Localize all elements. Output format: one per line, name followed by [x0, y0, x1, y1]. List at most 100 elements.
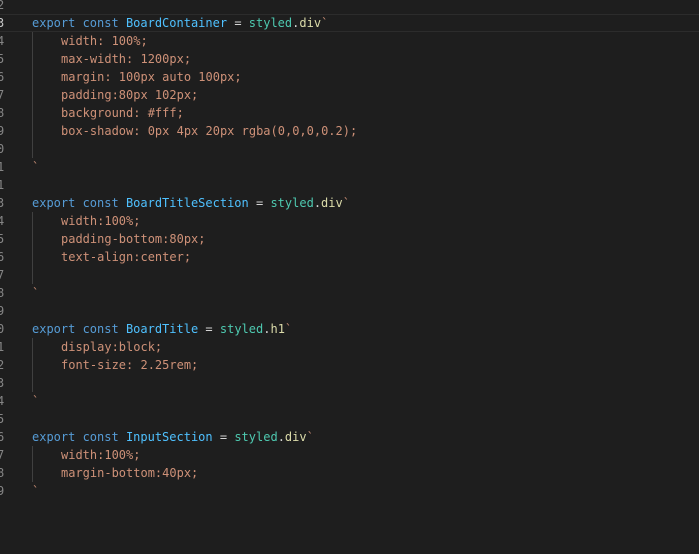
- tag-token: h1: [270, 322, 285, 336]
- indent-guide: [32, 32, 33, 50]
- indent-guide: [32, 122, 33, 140]
- code-text: export const InputSection = styled.div`: [32, 428, 314, 446]
- line-number: 9: [0, 124, 5, 138]
- code-line[interactable]: 6 text-align:center;: [0, 248, 699, 266]
- line-number: 3: [0, 196, 5, 210]
- indent-guide: [32, 446, 33, 464]
- css-declaration: margin: 100px auto 100px;: [61, 70, 242, 84]
- css-declaration: background: #fff;: [61, 106, 184, 120]
- styled-object-token: styled: [219, 322, 264, 336]
- code-line[interactable]: 4 `: [0, 392, 699, 410]
- indent-guide: [32, 230, 33, 248]
- code-line[interactable]: 8 margin-bottom:40px;: [0, 464, 699, 482]
- indent-guide: [32, 86, 33, 104]
- keyword-token: export const: [32, 196, 119, 210]
- code-line[interactable]: 8 background: #fff;: [0, 104, 699, 122]
- line-number: 9: [0, 304, 5, 318]
- code-line[interactable]: 5 padding-bottom:80px;: [0, 230, 699, 248]
- code-line[interactable]: 2 font-size: 2.25rem;: [0, 356, 699, 374]
- component-name-token: InputSection: [125, 430, 213, 444]
- component-name-token: BoardTitleSection: [125, 196, 249, 210]
- indent-guide: [32, 212, 33, 230]
- indent-guide: [32, 356, 33, 374]
- code-line[interactable]: 6 export const InputSection = styled.div…: [0, 428, 699, 446]
- operator-token: =: [227, 16, 249, 30]
- css-declaration: text-align:center;: [61, 250, 192, 264]
- code-line[interactable]: 0 export const BoardTitle = styled.h1`: [0, 320, 699, 338]
- tag-token: div: [321, 196, 343, 210]
- line-number: 4: [0, 394, 5, 408]
- indent-guide: [32, 50, 33, 68]
- line-number: 2: [0, 358, 5, 372]
- backtick-token: `: [321, 16, 329, 30]
- tag-token: div: [299, 16, 322, 30]
- line-number: 1: [0, 178, 5, 192]
- code-line[interactable]: 3: [0, 374, 699, 392]
- indent-guide: [32, 266, 33, 284]
- line-number: 0: [0, 142, 5, 156]
- line-number: 9: [0, 484, 5, 498]
- code-line[interactable]: 9: [0, 302, 699, 320]
- css-declaration: padding-bottom:80px;: [61, 232, 206, 246]
- code-line[interactable]: 7 padding:80px 102px;: [0, 86, 699, 104]
- styled-object-token: styled: [270, 196, 314, 210]
- code-line[interactable]: 9 `: [0, 482, 699, 500]
- code-line[interactable]: 1 display:block;: [0, 338, 699, 356]
- keyword-token: export const: [32, 322, 119, 336]
- keyword-token: export const: [32, 430, 119, 444]
- backtick-token: `: [32, 484, 40, 498]
- line-number: 6: [0, 250, 5, 264]
- code-line[interactable]: 8 `: [0, 284, 699, 302]
- backtick-token: `: [32, 394, 40, 408]
- backtick-token: `: [32, 160, 40, 174]
- css-declaration: display:block;: [61, 340, 163, 354]
- indent-guide: [32, 464, 33, 482]
- code-line[interactable]: 6 margin: 100px auto 100px;: [0, 68, 699, 86]
- backtick-token: `: [306, 430, 314, 444]
- dot-token: .: [277, 430, 285, 444]
- code-line[interactable]: 1: [0, 176, 699, 194]
- code-line[interactable]: 3 export const BoardContainer = styled.d…: [0, 14, 699, 32]
- css-declaration: padding:80px 102px;: [61, 88, 199, 102]
- code-line[interactable]: 4 width:100%;: [0, 212, 699, 230]
- line-number: 7: [0, 448, 5, 462]
- line-number: 8: [0, 286, 5, 300]
- line-number: 0: [0, 322, 5, 336]
- line-number: 1: [0, 160, 5, 174]
- code-line[interactable]: 3 export const BoardTitleSection = style…: [0, 194, 699, 212]
- line-number: 5: [0, 412, 5, 426]
- indent-guide: [32, 104, 33, 122]
- component-name-token: BoardContainer: [125, 16, 228, 30]
- backtick-token: `: [284, 322, 293, 336]
- line-number: 3: [0, 376, 5, 390]
- line-number: 7: [0, 268, 5, 282]
- line-number: 8: [0, 466, 5, 480]
- code-line[interactable]: 1 `: [0, 158, 699, 176]
- dot-token: .: [313, 196, 322, 210]
- code-line[interactable]: 4 width: 100%;: [0, 32, 699, 50]
- code-line[interactable]: 2: [0, 0, 699, 14]
- code-editor[interactable]: 2 3 export const BoardContainer = styled…: [0, 0, 699, 516]
- code-line[interactable]: 9 box-shadow: 0px 4px 20px rgba(0,0,0,0.…: [0, 122, 699, 140]
- code-text: export const BoardContainer = styled.div…: [32, 14, 328, 32]
- line-number: 2: [0, 0, 5, 12]
- indent-guide: [32, 338, 33, 356]
- line-number: 7: [0, 88, 5, 102]
- indent-guide: [32, 374, 33, 392]
- line-number: 5: [0, 232, 5, 246]
- component-name-token: BoardTitle: [125, 322, 199, 336]
- code-line[interactable]: 5 max-width: 1200px;: [0, 50, 699, 68]
- css-declaration: max-width: 1200px;: [61, 52, 192, 66]
- code-text: export const BoardTitleSection = styled.…: [32, 194, 350, 212]
- code-line[interactable]: 7 width:100%;: [0, 446, 699, 464]
- code-line[interactable]: 5: [0, 410, 699, 428]
- code-text: export const BoardTitle = styled.h1`: [32, 320, 292, 338]
- line-number: 4: [0, 34, 5, 48]
- backtick-token: `: [32, 286, 40, 300]
- code-line[interactable]: 0: [0, 140, 699, 158]
- line-number: 1: [0, 340, 5, 354]
- code-line[interactable]: 7: [0, 266, 699, 284]
- indent-guide: [32, 68, 33, 86]
- css-declaration: width:100%;: [61, 448, 141, 462]
- css-declaration: margin-bottom:40px;: [61, 466, 199, 480]
